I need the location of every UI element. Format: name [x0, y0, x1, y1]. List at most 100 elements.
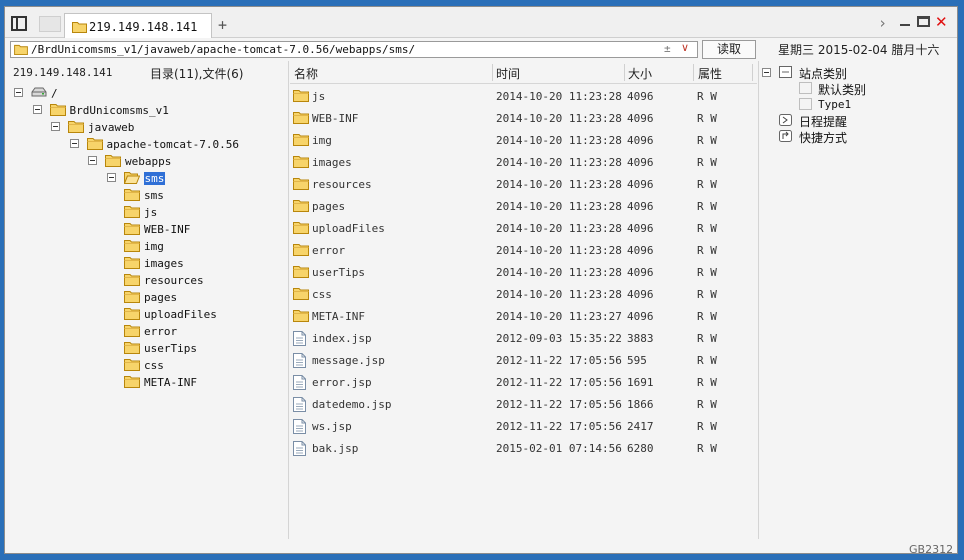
file-name: js: [312, 90, 326, 103]
tree-node-icon: [124, 307, 140, 323]
col-attr[interactable]: 属性: [698, 65, 722, 82]
file-attr: R W: [697, 156, 717, 169]
folder-icon: [86, 138, 103, 150]
file-name: ws.jsp: [312, 420, 352, 433]
file-name: error: [312, 244, 346, 257]
file-row[interactable]: datedemo.jsp 2012-11-22 17:05:56 1866 R W: [290, 394, 757, 416]
collapse-toggle-icon[interactable]: [14, 88, 23, 97]
file-row[interactable]: META-INF 2014-10-20 11:23:27 4096 R W: [290, 306, 757, 328]
file-attr: R W: [697, 244, 717, 257]
collapse-toggle-icon[interactable]: [762, 68, 771, 77]
splitter-left[interactable]: [288, 61, 289, 539]
collapse-toggle-icon[interactable]: [106, 173, 116, 182]
col-time[interactable]: 时间: [496, 65, 520, 82]
close-button[interactable]: ✕: [935, 13, 948, 31]
site-default-category[interactable]: 默认类别: [762, 81, 942, 97]
file-row[interactable]: bak.jsp 2015-02-01 07:14:56 6280 R W: [290, 438, 757, 460]
tree-node-icon: [86, 137, 103, 153]
file-row-icon: [293, 353, 306, 371]
file-row[interactable]: message.jsp 2012-11-22 17:05:56 595 R W: [290, 350, 757, 372]
tree-node-icon: [124, 256, 140, 272]
folder-icon: [124, 274, 140, 286]
col-size[interactable]: 大小: [628, 65, 652, 82]
collapse-toggle-icon[interactable]: [69, 139, 79, 148]
filelist-header: 名称 时间 大小 属性: [290, 63, 757, 84]
file-icon: [293, 441, 306, 456]
file-row[interactable]: uploadFiles 2014-10-20 11:23:28 4096 R W: [290, 218, 757, 240]
file-row[interactable]: img 2014-10-20 11:23:28 4096 R W: [290, 130, 757, 152]
column-separator[interactable]: [693, 64, 694, 81]
add-tab-button[interactable]: +: [218, 16, 227, 34]
collapse-toggle-icon[interactable]: [51, 122, 60, 131]
site-category-node[interactable]: 站点类别: [762, 65, 942, 81]
tree-node-icon: [124, 324, 140, 340]
file-row-icon: [293, 441, 306, 459]
folder-icon: [124, 308, 140, 320]
file-row[interactable]: js 2014-10-20 11:23:28 4096 R W: [290, 86, 757, 108]
file-row[interactable]: error 2014-10-20 11:23:28 4096 R W: [290, 240, 757, 262]
file-row[interactable]: WEB-INF 2014-10-20 11:23:28 4096 R W: [290, 108, 757, 130]
folder-icon: [124, 376, 140, 388]
column-separator[interactable]: [492, 64, 493, 81]
file-time: 2014-10-20 11:23:28: [496, 134, 622, 147]
folder-icon: [293, 178, 309, 190]
folder-icon: [293, 310, 309, 322]
file-row-icon: [293, 419, 306, 437]
tree-node-label: error: [144, 325, 178, 338]
file-size: 4096: [627, 244, 654, 257]
file-attr: R W: [697, 288, 717, 301]
tab-inactive[interactable]: [39, 16, 61, 32]
file-attr: R W: [697, 112, 717, 125]
schedule-label: 日程提醒: [799, 115, 848, 129]
tree-node-label: resources: [144, 274, 204, 287]
file-name: index.jsp: [312, 332, 372, 345]
folder-icon: [105, 155, 121, 167]
file-row[interactable]: ws.jsp 2012-11-22 17:05:56 2417 R W: [290, 416, 757, 438]
chevron-right-icon[interactable]: ›: [878, 14, 887, 32]
file-attr: R W: [697, 442, 717, 455]
chevron-down-icon[interactable]: ∨: [681, 41, 689, 54]
collapse-toggle-icon[interactable]: [32, 105, 42, 114]
minimize-button[interactable]: [900, 24, 910, 26]
file-row[interactable]: resources 2014-10-20 11:23:28 4096 R W: [290, 174, 757, 196]
file-attr: R W: [697, 398, 717, 411]
collapse-toggle-icon[interactable]: [88, 156, 97, 165]
file-size: 3883: [627, 332, 654, 345]
file-row-icon: [293, 375, 306, 393]
column-separator[interactable]: [624, 64, 625, 81]
file-size: 4096: [627, 288, 654, 301]
drive-icon: [31, 87, 47, 97]
column-separator[interactable]: [752, 64, 753, 81]
shortcut-node[interactable]: 快捷方式: [762, 129, 942, 145]
file-row[interactable]: userTips 2014-10-20 11:23:28 4096 R W: [290, 262, 757, 284]
schedule-node[interactable]: 日程提醒: [762, 113, 942, 129]
date-display: 星期三 2015-02-04 腊月十六: [778, 43, 940, 57]
file-row[interactable]: css 2014-10-20 11:23:28 4096 R W: [290, 284, 757, 306]
dotted-box-icon: [799, 98, 812, 110]
file-row[interactable]: index.jsp 2012-09-03 15:35:22 3883 R W: [290, 328, 757, 350]
file-row[interactable]: pages 2014-10-20 11:23:28 4096 R W: [290, 196, 757, 218]
tab-active[interactable]: 219.149.148.141: [64, 13, 212, 38]
maximize-button[interactable]: [917, 16, 930, 27]
col-name[interactable]: 名称: [294, 65, 318, 82]
file-row[interactable]: error.jsp 2012-11-22 17:05:56 1691 R W: [290, 372, 757, 394]
file-row-icon: [293, 199, 309, 215]
file-size: 4096: [627, 222, 654, 235]
file-size: 6280: [627, 442, 654, 455]
splitter-right[interactable]: [758, 61, 759, 539]
file-attr: R W: [697, 90, 717, 103]
site-type1[interactable]: Type1: [762, 97, 942, 113]
read-button[interactable]: 读取: [702, 40, 756, 59]
plusminus-icon[interactable]: ±: [664, 42, 671, 55]
file-time: 2015-02-01 07:14:56: [496, 442, 622, 455]
sidebar-toggle-icon[interactable]: [11, 16, 27, 31]
file-name: datedemo.jsp: [312, 398, 392, 411]
file-icon: [293, 397, 306, 412]
folder-icon: [293, 222, 309, 234]
file-row[interactable]: images 2014-10-20 11:23:28 4096 R W: [290, 152, 757, 174]
path-input[interactable]: /BrdUnicomsms_v1/javaweb/apache-tomcat-7…: [10, 41, 698, 58]
host-label: 219.149.148.141: [13, 66, 113, 79]
path-text: /BrdUnicomsms_v1/javaweb/apache-tomcat-7…: [31, 43, 416, 56]
tree-node-icon: [49, 103, 66, 119]
tree-node-label: img: [144, 240, 164, 253]
